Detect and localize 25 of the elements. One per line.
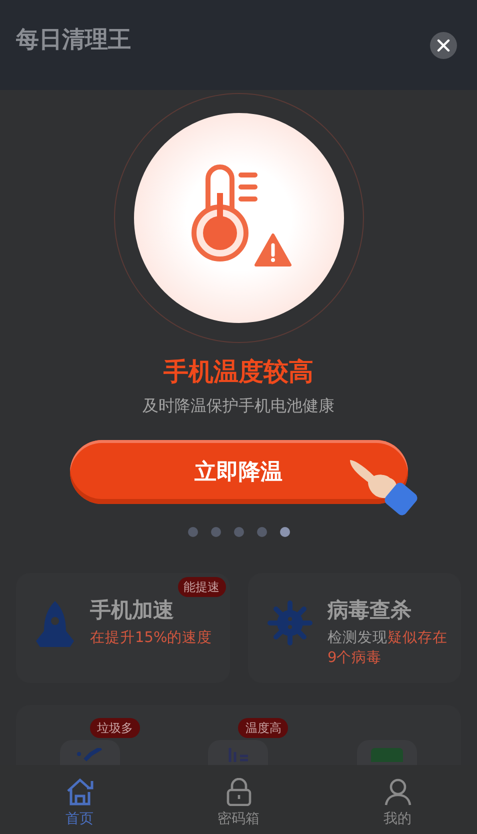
chart-icon bbox=[226, 748, 250, 762]
feature-title: 病毒查杀 bbox=[328, 597, 412, 624]
rocket-icon bbox=[34, 599, 76, 649]
tool-badge: 温度高 bbox=[238, 718, 288, 738]
nav-tab[interactable]: 密码箱 bbox=[159, 765, 318, 834]
tool-tile[interactable] bbox=[356, 740, 417, 765]
tool-badge: 垃圾多 bbox=[90, 718, 140, 738]
app-title: 每日清理王 bbox=[16, 26, 131, 55]
lock-icon bbox=[226, 778, 252, 806]
popup-title: 手机温度较高 bbox=[164, 356, 314, 388]
popup-subtitle: 及时降温保护手机电池健康 bbox=[142, 395, 334, 417]
tool-tile[interactable] bbox=[60, 740, 120, 765]
feature-title: 手机加速 bbox=[90, 597, 175, 624]
feature-description: 检测发现疑似存在9个病毒 bbox=[328, 629, 448, 668]
feature-description: 在提升15%的速度 bbox=[90, 628, 212, 648]
virus-icon bbox=[266, 599, 314, 647]
close-icon bbox=[437, 39, 450, 52]
nav-tab[interactable]: 首页 bbox=[0, 765, 159, 834]
app-icon bbox=[370, 748, 403, 762]
cool-down-button[interactable]: 立即降温 bbox=[70, 440, 408, 504]
nav-tab[interactable]: 我的 bbox=[318, 765, 477, 834]
home-icon bbox=[64, 778, 94, 806]
tool-tile[interactable] bbox=[208, 740, 268, 765]
user-icon bbox=[384, 778, 412, 806]
feature-badge: 能提速 bbox=[178, 577, 226, 597]
